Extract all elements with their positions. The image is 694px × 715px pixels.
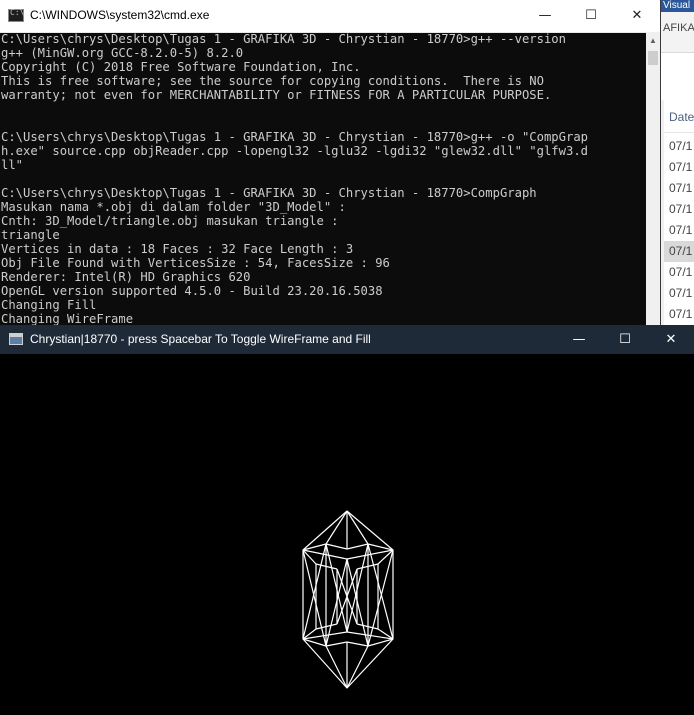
wire-edge	[325, 641, 348, 647]
console-line: This is free software; see the source fo…	[1, 74, 544, 88]
file-date-cell[interactable]: 07/1	[661, 178, 694, 199]
background-window-title: Visual	[661, 0, 694, 12]
wire-edge	[325, 543, 348, 550]
console-line: warranty; not even for MERCHANTABILITY o…	[1, 88, 552, 102]
background-window-scrollbar[interactable]	[661, 100, 664, 330]
opengl-minimize-button[interactable]: —	[556, 325, 602, 354]
wire-edge	[367, 543, 394, 640]
cmd-window[interactable]: C:\ C:\WINDOWS\system32\cmd.exe — ☐ ✕ C:…	[0, 0, 661, 326]
file-date-cell[interactable]: 07/1	[661, 199, 694, 220]
scrollbar-thumb[interactable]	[648, 51, 658, 65]
console-line: g++ (MinGW.org GCC-8.2.0-5) 8.2.0	[1, 46, 244, 60]
console-line: Vertices in data : 18 Faces : 32 Face Le…	[1, 242, 354, 256]
console-line: Changing WireFrame	[1, 312, 134, 326]
file-date-cell[interactable]: 07/1	[661, 220, 694, 241]
minimize-icon: —	[572, 332, 586, 347]
cmd-window-title: C:\WINDOWS\system32\cmd.exe	[30, 8, 210, 22]
wire-edge	[346, 641, 369, 647]
cmd-close-button[interactable]: ✕	[614, 0, 660, 32]
cmd-app-icon: C:\	[8, 8, 25, 22]
close-icon: ✕	[665, 332, 677, 347]
scroll-up-icon[interactable]: ▲	[646, 32, 660, 49]
wireframe-edges	[302, 510, 394, 689]
console-scrollbar[interactable]: ▲	[646, 32, 660, 326]
console-line: Changing Fill	[1, 298, 97, 312]
wire-edge	[346, 543, 369, 550]
console-line: Obj File Found with VerticesSize : 54, F…	[1, 256, 390, 270]
wire-edge	[302, 543, 327, 640]
close-icon: ✕	[631, 8, 643, 23]
file-date-list: 07/1 07/1 07/1 07/1 07/1 07/1 07/1 07/1 07/1	[661, 136, 694, 325]
date-column-header[interactable]: Date	[661, 100, 694, 133]
console-line: h.exe" source.cpp objReader.cpp -lopengl…	[1, 144, 588, 158]
console-line: Masukan nama *.obj di dalam folder "3D_M…	[1, 200, 346, 214]
cmd-minimize-button[interactable]: —	[522, 0, 568, 32]
console-line: C:\Users\chrys\Desktop\Tugas 1 - GRAFIKA…	[1, 32, 566, 46]
file-date-cell[interactable]: 07/1	[661, 241, 694, 262]
file-date-cell[interactable]: 07/1	[661, 136, 694, 157]
wireframe-model	[302, 510, 394, 689]
desktop: Visual AFIKA Date 07/1 07/1 07/1 07/1 07/1 07…	[0, 0, 694, 715]
opengl-close-button[interactable]: ✕	[648, 325, 694, 354]
console-line: Copyright (C) 2018 Free Software Foundat…	[1, 60, 361, 74]
background-explorer-window[interactable]: Visual AFIKA Date 07/1 07/1 07/1 07/1 07/1 07…	[660, 0, 694, 330]
maximize-icon: ☐	[585, 8, 597, 23]
opengl-maximize-button[interactable]: ☐	[602, 325, 648, 354]
console-line: Renderer: Intel(R) HD Graphics 620	[1, 270, 251, 284]
console-line: ll"	[1, 158, 24, 172]
console-line: OpenGL version supported 4.5.0 - Build 2…	[1, 284, 383, 298]
wire-edge	[302, 549, 327, 647]
cmd-maximize-button[interactable]: ☐	[568, 0, 614, 32]
wire-edge	[302, 631, 348, 640]
render-viewport[interactable]	[0, 354, 694, 715]
wire-edge	[325, 645, 348, 689]
wire-edge	[346, 510, 369, 545]
window-app-icon	[9, 333, 23, 345]
opengl-window-title: Chrystian|18770 - press Spacebar To Togg…	[30, 332, 371, 346]
cmd-titlebar[interactable]: C:\ C:\WINDOWS\system32\cmd.exe — ☐ ✕	[0, 0, 660, 33]
file-date-cell[interactable]: 07/1	[661, 157, 694, 178]
date-column-header-label: Date	[669, 110, 694, 124]
console-output[interactable]: C:\Users\chrys\Desktop\Tugas 1 - GRAFIKA…	[0, 32, 646, 326]
console-line: Cnth: 3D_Model/triangle.obj masukan tria…	[1, 214, 339, 228]
file-date-cell[interactable]: 07/1	[661, 283, 694, 304]
console-line: triangle	[1, 228, 60, 242]
wire-edge	[346, 645, 369, 689]
console-line: C:\Users\chrys\Desktop\Tugas 1 - GRAFIKA…	[1, 130, 588, 144]
opengl-titlebar[interactable]: Chrystian|18770 - press Spacebar To Togg…	[0, 325, 694, 354]
cmd-app-icon-glyph: C:\	[10, 8, 25, 17]
maximize-icon: ☐	[619, 332, 631, 347]
console-line: C:\Users\chrys\Desktop\Tugas 1 - GRAFIKA…	[1, 186, 537, 200]
background-window-breadcrumb[interactable]: AFIKA	[663, 22, 694, 34]
opengl-window[interactable]: Chrystian|18770 - press Spacebar To Togg…	[0, 325, 694, 715]
file-date-cell[interactable]: 07/1	[661, 304, 694, 325]
minimize-icon: —	[538, 8, 552, 23]
wire-edge	[367, 549, 394, 647]
file-date-cell[interactable]: 07/1	[661, 262, 694, 283]
